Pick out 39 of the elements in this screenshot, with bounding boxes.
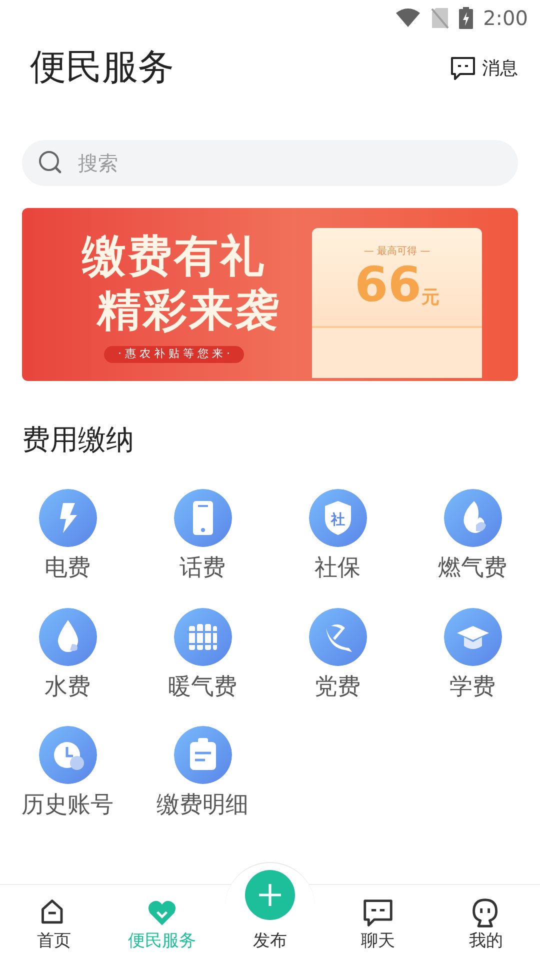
service-item[interactable]: 学费 — [405, 608, 540, 704]
graduation-cap-icon — [444, 608, 502, 666]
search-icon — [38, 150, 64, 176]
section-title: 费用缴纳 — [21, 422, 135, 458]
messages-button[interactable]: 消息 — [450, 54, 518, 82]
service-item[interactable]: 社 社保 — [270, 489, 405, 586]
status-time: 2:00 — [483, 5, 528, 32]
water-drop-icon — [38, 608, 96, 666]
service-item[interactable]: 缴费明细 — [135, 726, 270, 822]
clock-icon — [38, 726, 96, 784]
flame-icon — [444, 489, 502, 547]
gift-ticket-drawing: — 最高可得 — 66元 — [312, 228, 482, 378]
clipboard-icon — [174, 726, 232, 784]
service-item[interactable]: 电费 — [0, 489, 135, 586]
service-item[interactable]: 党费 — [270, 608, 405, 704]
service-item[interactable]: 水费 — [0, 608, 135, 704]
radiator-icon — [174, 608, 232, 666]
service-item[interactable]: 燃气费 — [405, 489, 540, 586]
shield-icon: 社 — [308, 489, 366, 547]
lightning-bolt-icon — [38, 489, 96, 547]
nav-tab[interactable]: 发布 — [216, 868, 324, 960]
no-sim-icon — [431, 7, 450, 29]
page-title: 便民服务 — [30, 46, 174, 90]
nav-tab[interactable]: 我的 — [432, 868, 540, 960]
wifi-icon — [395, 8, 422, 28]
battery-charging-icon — [459, 7, 474, 29]
mobile-phone-icon — [174, 489, 232, 547]
chat-icon — [363, 898, 393, 928]
heart-icon — [147, 898, 177, 928]
service-item[interactable]: 历史账号 — [0, 726, 135, 822]
nav-tab[interactable]: 首页 — [0, 868, 108, 960]
banner-headline: 精彩来袭 — [95, 284, 282, 338]
banner-subtitle: · 惠 农 补 贴 等 您 来 · — [104, 346, 244, 362]
nav-tab[interactable]: 聊天 — [324, 868, 432, 960]
chat-icon — [450, 55, 476, 81]
service-item[interactable]: 暖气费 — [135, 608, 270, 704]
service-item[interactable]: 话费 — [135, 489, 270, 586]
search-field[interactable]: 搜索 — [22, 140, 518, 186]
banner-headline: 缴费有礼 — [80, 230, 267, 284]
